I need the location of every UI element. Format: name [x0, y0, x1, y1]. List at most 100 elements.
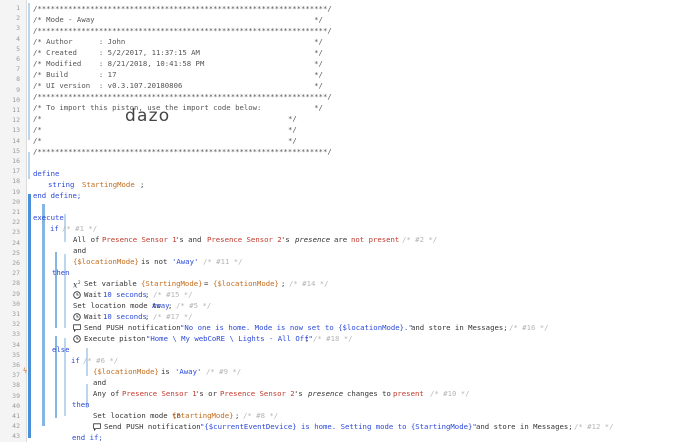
- equals: =: [204, 279, 209, 288]
- store-in-messages-1: and store in Messages;: [411, 323, 508, 332]
- location-mode-var: {$locationMode}: [73, 257, 139, 266]
- comment-18: /* #18 */: [313, 334, 353, 343]
- header-stars-bottom: /***************************************…: [33, 147, 332, 156]
- end-define: end define;: [33, 191, 82, 200]
- header-blank-3: /*: [33, 136, 42, 145]
- piston-name: "Home \ My webCoRE \ Lights - All Off": [146, 334, 313, 343]
- semicolon-4: ;: [145, 312, 150, 321]
- semicolon-2: ;: [145, 290, 150, 299]
- comment-8: /* #8 */: [243, 411, 279, 420]
- if-keyword-2: if: [71, 356, 80, 365]
- condition-location-mode[interactable]: {$locationMode} is not 'Away' /* #11 */: [0, 256, 690, 267]
- condition-not-present[interactable]: All of Presence Sensor 1 's and Presence…: [0, 234, 690, 245]
- message-icon: [73, 322, 81, 333]
- wait-label: Wait: [84, 312, 102, 321]
- define-keyword: define: [33, 169, 60, 178]
- store-in-messages-2: and store in Messages;: [476, 422, 573, 431]
- location-mode-value: {$locationMode}: [213, 279, 279, 288]
- clock-icon: [73, 311, 81, 322]
- comment-9: /* #9 */: [206, 367, 242, 376]
- comment-6: /* #6 */: [83, 356, 119, 365]
- away-string: 'Away': [172, 257, 199, 266]
- wait-label: Wait: [84, 290, 102, 299]
- comment-2: /* #2 */: [402, 235, 438, 244]
- possessive-label-2: 's: [294, 389, 303, 398]
- set-location-label: Set location mode to: [73, 301, 161, 310]
- action-set-variable[interactable]: x2 Set variable {StartingMode} = {$locat…: [0, 278, 690, 289]
- location-mode-var-2: {$locationMode}: [93, 367, 159, 376]
- action-execute-piston[interactable]: Execute piston "Home \ My webCoRE \ Ligh…: [0, 333, 690, 344]
- piston-code-editor[interactable]: 1 2 3 4 5 6 7 8 9 10 11 12 13 14 15 16 17 18 19 20 21 22 23 24 2…: [0, 0, 690, 442]
- header-blank-1: /*: [33, 114, 42, 123]
- header-ui-version: /* UI version : v0.3.107.20180806 */: [33, 81, 323, 90]
- header-stars-3: /***************************************…: [33, 92, 332, 101]
- header-import-note: /* To import this piston, use the import…: [33, 103, 323, 112]
- line-number: 16: [12, 157, 20, 165]
- execute-piston-label: Execute piston: [84, 334, 146, 343]
- and-operator: and: [73, 246, 87, 255]
- action-set-location-starting[interactable]: Set location mode to {StartingMode} ; /*…: [0, 410, 690, 421]
- push-message-2: "{$currentEventDevice} is home. Setting …: [200, 422, 477, 431]
- type-string: string: [48, 180, 75, 189]
- is-not-label: is not: [141, 257, 168, 266]
- trigger-lightning-icon[interactable]: ϟ: [21, 367, 29, 375]
- attribute-presence-2: presence: [308, 389, 344, 398]
- send-push-label: Send PUSH notification: [84, 323, 181, 332]
- then-keyword-2: then: [72, 400, 90, 409]
- message-icon: [93, 421, 101, 432]
- header-stars-top: /***************************************…: [33, 4, 332, 13]
- if-statement-1[interactable]: if/* #1 */: [0, 223, 690, 234]
- starting-mode-var: {StartingMode}: [141, 279, 203, 288]
- and-operator-2: and: [93, 378, 107, 387]
- starting-mode-var-2: {StartingMode}: [172, 411, 234, 420]
- comment-10: /* #10 */: [430, 389, 470, 398]
- or-label: 's or: [195, 389, 217, 398]
- header-close-2: */: [288, 125, 297, 134]
- condition-changes-to-present[interactable]: Any of Presence Sensor 1 's or Presence …: [0, 388, 690, 399]
- comment-17: /* #17 */: [153, 312, 193, 321]
- variable-x2-icon: x2: [73, 278, 82, 290]
- header-modified: /* Modified : 8/21/2018, 10:41:58 PM */: [33, 59, 323, 68]
- action-wait-1[interactable]: Wait 10 seconds ; /* #15 */: [0, 289, 690, 300]
- device-presence-sensor-2b: Presence Sensor 2: [220, 389, 295, 398]
- semicolon-3: ;: [168, 301, 173, 310]
- semicolon-5: ;: [305, 334, 310, 343]
- header-created: /* Created : 5/2/2017, 11:37:15 AM */: [33, 48, 323, 57]
- header-build: /* Build : 17 */: [33, 70, 323, 79]
- device-presence-sensor-2: Presence Sensor 2: [207, 235, 282, 244]
- and-label: 's and: [175, 235, 202, 244]
- action-push-notification-1[interactable]: Send PUSH notification "No one is home. …: [0, 322, 690, 333]
- all-of-label: All of: [73, 235, 100, 244]
- set-location-label-2: Set location mode to: [93, 411, 181, 420]
- any-of-label: Any of: [93, 389, 120, 398]
- possessive-label: 's: [281, 235, 290, 244]
- clock-icon: [73, 289, 81, 300]
- send-push-label-2: Send PUSH notification: [104, 422, 201, 431]
- are-label: are: [334, 235, 348, 244]
- comment-12: /* #12 */: [574, 422, 614, 431]
- action-set-location-away[interactable]: Set location mode to Away ; /* #5 */: [0, 300, 690, 311]
- condition-is-away[interactable]: {$locationMode} is 'Away' /* #9 */: [0, 366, 690, 377]
- clock-icon: [73, 333, 81, 344]
- if-keyword-1: if: [50, 224, 59, 233]
- changes-to-label: changes to: [347, 389, 391, 398]
- semicolon-6: ;: [235, 411, 240, 420]
- if-statement-2[interactable]: if/* #6 */: [0, 355, 690, 366]
- wait-duration: 10 seconds: [103, 312, 147, 321]
- action-push-notification-2[interactable]: Send PUSH notification "{$currentEventDe…: [0, 421, 690, 432]
- semicolon-1: ;: [281, 279, 286, 288]
- comment-14: /* #14 */: [289, 279, 329, 288]
- wait-duration: 10 seconds: [103, 290, 147, 299]
- import-code-text: dazo: [125, 106, 171, 126]
- header-close-3: */: [288, 136, 297, 145]
- push-message-1: "No one is home. Mode is now set to {$lo…: [180, 323, 413, 332]
- execute-keyword: execute: [33, 213, 64, 222]
- set-variable-label: Set variable: [84, 279, 137, 288]
- comment-5: /* #5 */: [176, 301, 212, 310]
- is-label: is: [161, 367, 170, 376]
- variable-declaration[interactable]: string StartingMode;: [0, 179, 690, 190]
- action-wait-2[interactable]: Wait 10 seconds ; /* #17 */: [0, 311, 690, 322]
- header-title: /* Mode - Away */: [33, 15, 323, 24]
- header-stars-2: /***************************************…: [33, 26, 332, 35]
- else-keyword: else: [52, 345, 70, 354]
